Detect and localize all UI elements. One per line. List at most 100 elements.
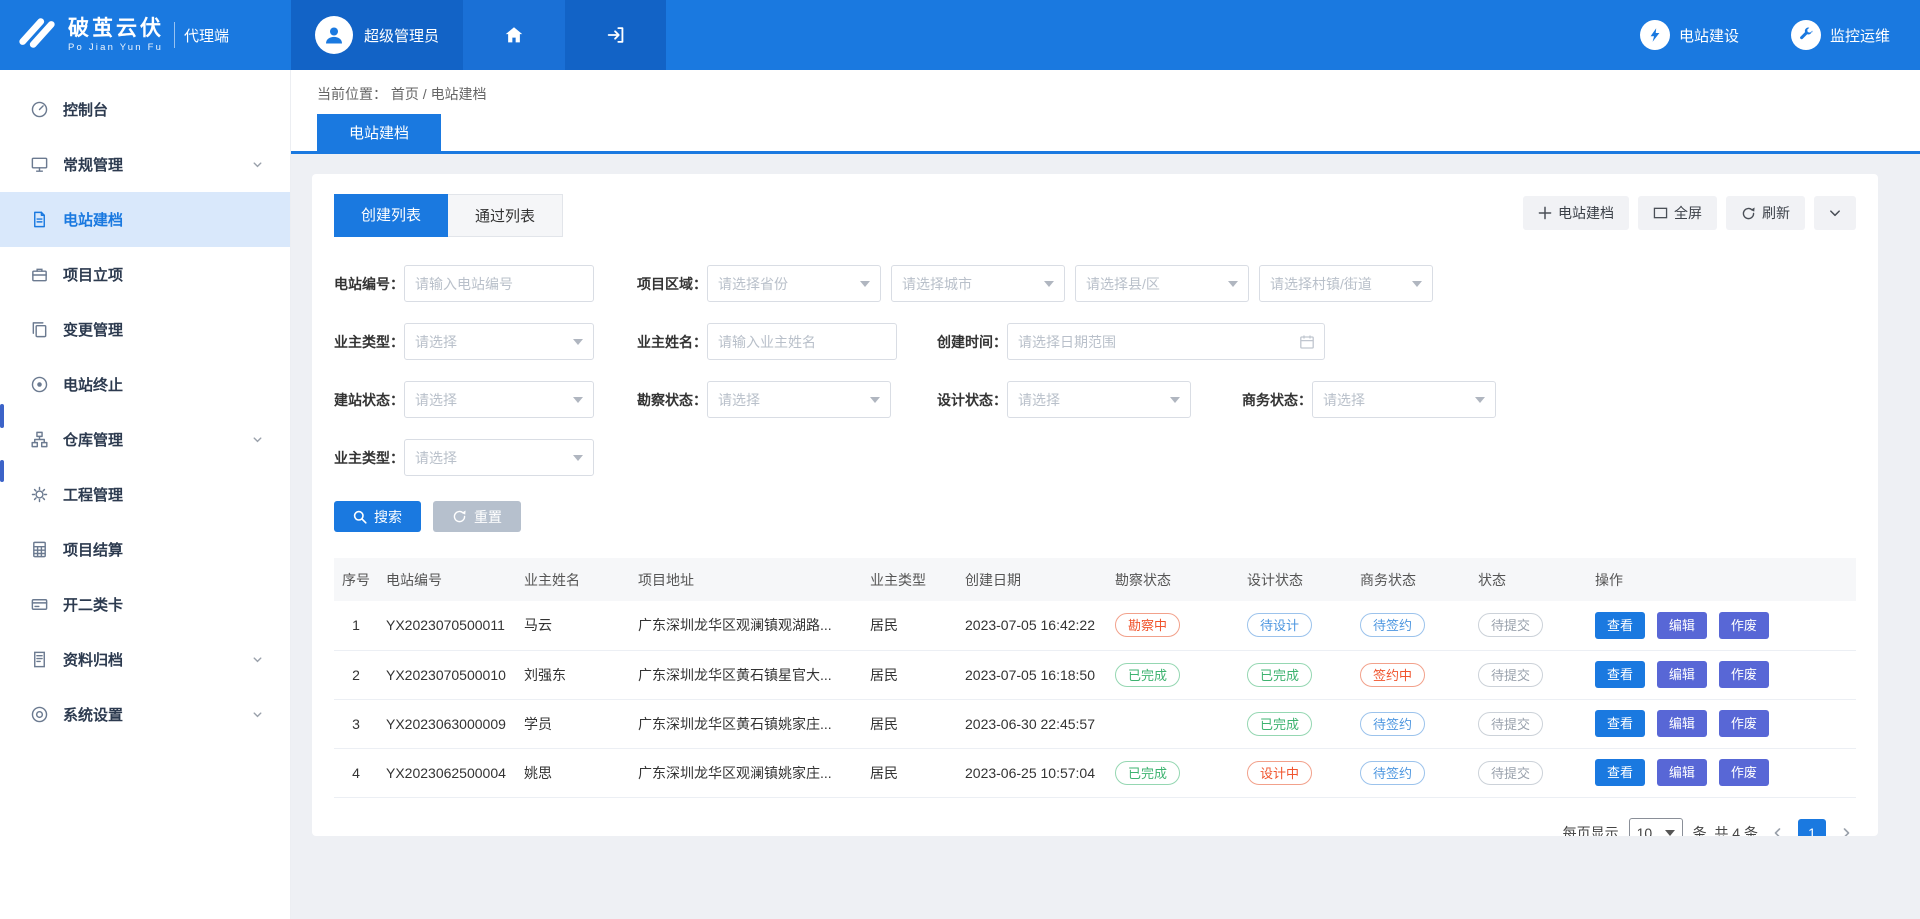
table-row: 3 YX2023063000009 学员 广东深圳龙华区黄石镇姚家庄... 居民…	[334, 699, 1856, 748]
city-select[interactable]: 请选择城市	[891, 265, 1065, 302]
sidebar-item-project-settlement[interactable]: 项目结算	[0, 522, 290, 577]
owner-type-select-2[interactable]: 请选择	[404, 439, 594, 476]
lightning-icon	[1640, 20, 1670, 50]
county-select[interactable]: 请选择县/区	[1075, 265, 1249, 302]
nav-monitor-ops[interactable]: 监控运维	[1791, 20, 1890, 50]
nav-label: 监控运维	[1830, 25, 1890, 46]
owner-name-input[interactable]	[707, 323, 897, 360]
chevron-down-icon	[251, 708, 264, 721]
page-tab-station-filing[interactable]: 电站建档	[317, 114, 441, 151]
sidebar-scrollbar-thumb[interactable]	[0, 404, 4, 428]
prev-page-button[interactable]	[1768, 826, 1788, 837]
caret-down-icon	[573, 339, 583, 345]
search-button[interactable]: 搜索	[334, 501, 421, 532]
page-number-button[interactable]: 1	[1798, 819, 1826, 837]
nav-station-build[interactable]: 电站建设	[1640, 20, 1739, 50]
filter-label: 勘察状态：	[637, 390, 699, 410]
wrench-icon	[1791, 20, 1821, 50]
page-tabstrip: 电站建档	[291, 114, 1920, 154]
void-button[interactable]: 作废	[1719, 661, 1769, 688]
edit-button[interactable]: 编辑	[1657, 759, 1707, 786]
survey-status-select[interactable]: 请选择	[707, 381, 891, 418]
copy-icon	[30, 320, 49, 339]
breadcrumb-home-link[interactable]: 首页	[391, 86, 419, 102]
settings-icon	[30, 705, 49, 724]
view-button[interactable]: 查看	[1595, 759, 1645, 786]
sidebar-item-project-initiation[interactable]: 项目立项	[0, 247, 290, 302]
sidebar-item-regular-mgmt[interactable]: 常规管理	[0, 137, 290, 192]
col-header: 业主类型	[862, 558, 957, 601]
col-header: 业主姓名	[516, 558, 630, 601]
cell-no: 1	[334, 601, 378, 650]
per-page-select[interactable]: 10	[1629, 818, 1683, 837]
view-button[interactable]: 查看	[1595, 612, 1645, 639]
header-right-nav: 电站建设 监控运维	[1640, 0, 1920, 70]
edit-button[interactable]: 编辑	[1657, 710, 1707, 737]
sidebar-item-data-archive[interactable]: 资料归档	[0, 632, 290, 687]
nav-label: 电站建设	[1679, 25, 1739, 46]
date-range-input[interactable]	[1007, 323, 1325, 360]
user-menu[interactable]: 超级管理员	[291, 0, 463, 70]
province-select[interactable]: 请选择省份	[707, 265, 881, 302]
sidebar-item-label: 控制台	[63, 99, 108, 120]
logo-icon	[16, 15, 58, 56]
sidebar-item-engineering-mgmt[interactable]: 工程管理	[0, 467, 290, 522]
next-page-button[interactable]	[1836, 826, 1856, 837]
sidebar-item-warehouse-mgmt[interactable]: 仓库管理	[0, 412, 290, 467]
station-code-input[interactable]	[404, 265, 594, 302]
design-status-select[interactable]: 请选择	[1007, 381, 1191, 418]
breadcrumb-label: 当前位置：	[317, 86, 387, 102]
logout-button[interactable]	[565, 0, 666, 70]
home-button[interactable]	[463, 0, 565, 70]
town-select[interactable]: 请选择村镇/街道	[1259, 265, 1433, 302]
build-status-select[interactable]: 请选择	[404, 381, 594, 418]
sidebar-item-system-settings[interactable]: 系统设置	[0, 687, 290, 742]
void-button[interactable]: 作废	[1719, 759, 1769, 786]
sidebar-scrollbar-thumb[interactable]	[0, 460, 4, 482]
view-button[interactable]: 查看	[1595, 710, 1645, 737]
tab-passed-list[interactable]: 通过列表	[448, 194, 563, 237]
breadcrumb-separator: /	[423, 86, 427, 102]
sidebar-item-station-termination[interactable]: 电站终止	[0, 357, 290, 412]
void-button[interactable]: 作废	[1719, 612, 1769, 639]
status-badge: 待提交	[1478, 663, 1543, 687]
filter-label: 业主姓名：	[637, 332, 699, 352]
fullscreen-button[interactable]: 全屏	[1638, 196, 1717, 230]
owner-type-select[interactable]: 请选择	[404, 323, 594, 360]
caret-down-icon	[870, 397, 880, 403]
agent-label: 代理端	[184, 25, 229, 46]
edit-button[interactable]: 编辑	[1657, 612, 1707, 639]
cell-owner: 姚思	[516, 748, 630, 797]
cell-owner-type: 居民	[862, 748, 957, 797]
collapse-toolbar-button[interactable]	[1814, 196, 1856, 230]
design-status-badge: 已完成	[1247, 712, 1312, 736]
cell-owner-type: 居民	[862, 699, 957, 748]
filter-create-time: 创建时间：	[937, 323, 1325, 360]
col-header: 创建日期	[957, 558, 1107, 601]
sidebar-item-console[interactable]: 控制台	[0, 82, 290, 137]
sidebar-item-station-filing[interactable]: 电站建档	[0, 192, 290, 247]
view-button[interactable]: 查看	[1595, 661, 1645, 688]
stations-table: 序号 电站编号 业主姓名 项目地址 业主类型 创建日期 勘察状态 设计状态 商务…	[334, 558, 1856, 798]
cell-owner: 学员	[516, 699, 630, 748]
sidebar-item-label: 常规管理	[63, 154, 123, 175]
cell-address: 广东深圳龙华区黄石镇星官大...	[630, 650, 862, 699]
filter-station-code: 电站编号：	[334, 265, 637, 302]
refresh-button[interactable]: 刷新	[1726, 196, 1805, 230]
sidebar-item-label: 资料归档	[63, 649, 123, 670]
sidebar-item-label: 系统设置	[63, 704, 123, 725]
reset-button[interactable]: 重置	[433, 501, 521, 532]
sidebar-item-change-mgmt[interactable]: 变更管理	[0, 302, 290, 357]
sidebar-item-class2-card[interactable]: 开二类卡	[0, 577, 290, 632]
edit-button[interactable]: 编辑	[1657, 661, 1707, 688]
button-label: 重置	[474, 507, 502, 527]
card-icon	[30, 595, 49, 614]
void-button[interactable]: 作废	[1719, 710, 1769, 737]
create-station-button[interactable]: 电站建档	[1523, 196, 1629, 230]
business-status-select[interactable]: 请选择	[1312, 381, 1496, 418]
design-status-badge: 待设计	[1247, 613, 1312, 637]
list-tabs: 创建列表 通过列表	[334, 194, 563, 237]
tab-create-list[interactable]: 创建列表	[334, 194, 448, 237]
chevron-left-icon	[1771, 826, 1785, 837]
col-header: 设计状态	[1239, 558, 1352, 601]
